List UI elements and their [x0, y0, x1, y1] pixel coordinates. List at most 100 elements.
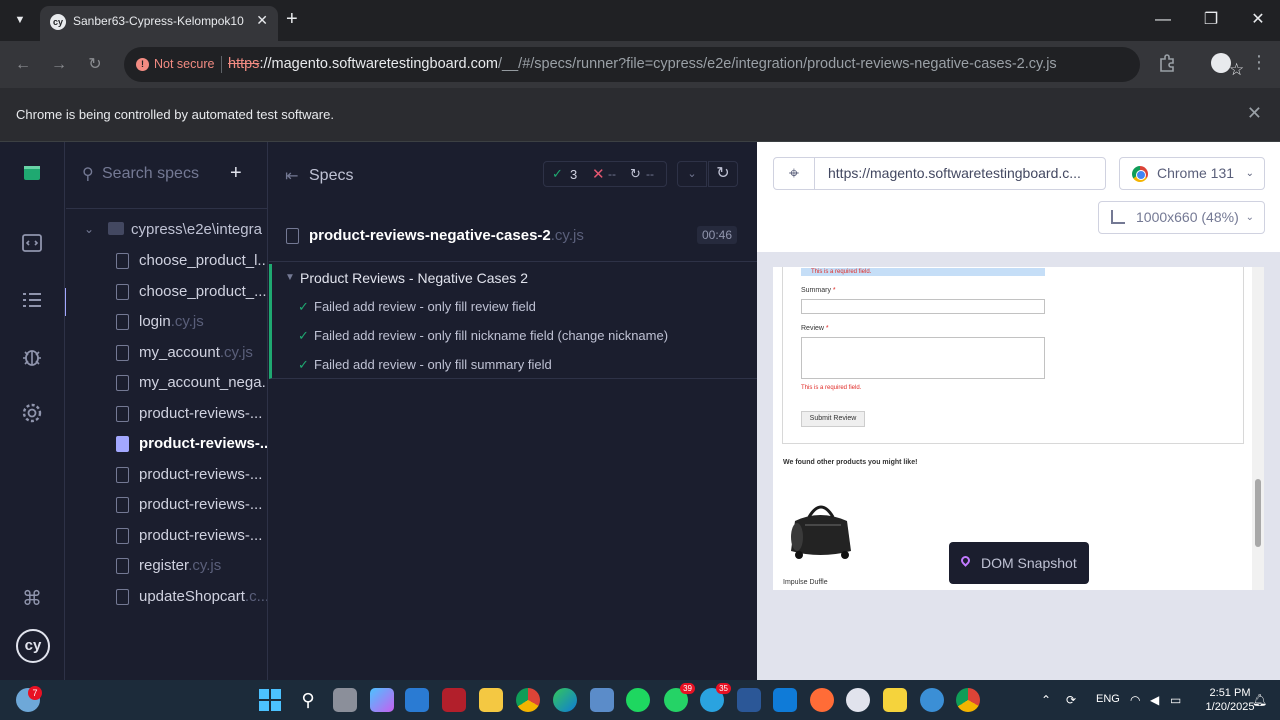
spec-file-name: choose_product_...	[139, 283, 267, 300]
minimize-icon[interactable]: —	[1148, 8, 1178, 32]
viewport-info-button[interactable]: 1000x660 (48%) ⌄	[1098, 201, 1265, 234]
battery-icon[interactable]: ▭	[1170, 693, 1181, 707]
wifi-icon[interactable]: ◠	[1130, 693, 1140, 707]
spec-file-basename: choose_product_...	[139, 282, 267, 300]
back-arrow-icon[interactable]: ←	[11, 53, 35, 77]
not-secure-chip[interactable]: Not secure	[154, 57, 214, 71]
extensions-puzzle-icon[interactable]	[1157, 53, 1177, 73]
spec-file-name: login.cy.js	[139, 313, 204, 330]
copilot-icon[interactable]	[370, 688, 394, 712]
spec-file-ext: .cy.js	[188, 557, 222, 574]
browser-app-icon[interactable]	[920, 688, 944, 712]
spec-file-basename: product-reviews-...	[139, 526, 263, 544]
reload-icon[interactable]: ↻	[83, 53, 107, 77]
chrome-active-icon[interactable]	[956, 688, 980, 712]
telegram-icon[interactable]: 35	[700, 683, 731, 712]
url-scheme: https	[228, 56, 260, 72]
add-spec-plus-icon[interactable]: +	[230, 162, 242, 184]
new-tab-plus-icon[interactable]: +	[286, 8, 298, 30]
forward-arrow-icon[interactable]: →	[47, 53, 71, 77]
store-icon[interactable]	[405, 688, 429, 712]
spec-file-item[interactable]: product-reviews-...	[66, 523, 267, 549]
infobar-close-icon[interactable]: ✕	[1247, 103, 1262, 124]
spec-file-item[interactable]: product-reviews-...	[66, 462, 267, 488]
spotify-icon[interactable]	[626, 688, 650, 712]
browser-tab[interactable]: cy Sanber63-Cypress-Kelompok10 ✕	[40, 6, 278, 41]
spec-file-basename: login	[139, 313, 171, 330]
whatsapp-icon[interactable]: 39	[664, 683, 695, 712]
file-explorer-icon[interactable]	[479, 688, 503, 712]
chrome-icon[interactable]	[516, 688, 540, 712]
spec-file-name: my_account_nega...	[139, 374, 267, 391]
selector-playground-crosshair-icon[interactable]: ⌖	[773, 157, 815, 190]
task-view-icon[interactable]	[333, 688, 357, 712]
runs-list-icon[interactable]	[20, 288, 44, 312]
review-textarea[interactable]	[801, 337, 1045, 379]
tab-search-chevron-down-icon[interactable]: ▼	[10, 10, 30, 30]
spec-file-item[interactable]: login.cy.js	[66, 309, 267, 335]
address-bar[interactable]: ! Not secure https://magento.softwaretes…	[124, 47, 1244, 82]
postman-icon[interactable]	[810, 688, 834, 712]
specs-toggle-label[interactable]: Specs	[309, 167, 353, 185]
settings-gear-icon[interactable]	[20, 401, 44, 425]
chevron-down-icon: ⌄	[1245, 168, 1254, 179]
restore-icon[interactable]: ❐	[1196, 8, 1226, 32]
keyboard-shortcuts-command-icon[interactable]: ⌘	[20, 587, 44, 611]
aut-url-bar[interactable]: https://magento.softwaretestingboard.c..…	[814, 157, 1106, 190]
cypress-logo-icon[interactable]: cy	[16, 629, 50, 663]
suite-block[interactable]: ▼ Product Reviews - Negative Cases 2 ✓ Fa…	[269, 264, 757, 379]
spec-file-icon	[286, 228, 299, 244]
tab-close-icon[interactable]: ✕	[256, 12, 268, 29]
spec-file-item[interactable]: my_account.cy.js	[66, 340, 267, 366]
duffle-bag-image[interactable]	[785, 495, 855, 561]
search-icon[interactable]: ⚲	[296, 688, 320, 712]
url-text[interactable]: https://magento.softwaretestingboard.com…	[228, 56, 1057, 72]
collapse-specs-icon[interactable]: ⇤	[285, 166, 298, 186]
spec-file-item[interactable]: my_account_nega...	[66, 370, 267, 396]
tray-chevron-up-icon[interactable]: ⌃	[1041, 693, 1051, 707]
debug-bug-icon[interactable]	[20, 345, 44, 369]
spec-file-item[interactable]: product-reviews-...	[66, 492, 267, 518]
sticky-notes-icon[interactable]	[883, 688, 907, 712]
specs-nav-icon[interactable]	[20, 231, 44, 255]
vscode-icon[interactable]	[773, 688, 797, 712]
browser-menu-kebab-icon[interactable]: ⋮	[1250, 52, 1268, 73]
spec-file-item[interactable]: product-reviews-...	[66, 431, 267, 457]
spec-file-ext: .cy.js	[219, 343, 253, 361]
windows-start-icon[interactable]	[258, 688, 282, 712]
photos-icon[interactable]	[590, 688, 614, 712]
spec-file-item[interactable]: choose_product_l...	[66, 248, 267, 274]
profile-avatar-icon[interactable]	[1211, 53, 1231, 73]
spec-file-item[interactable]: choose_product_...	[66, 279, 267, 305]
word-icon[interactable]	[737, 688, 761, 712]
scrollbar-thumb[interactable]	[1255, 479, 1261, 547]
bookmark-star-icon[interactable]: ☆	[1229, 59, 1244, 81]
spec-file-item[interactable]: updateShopcart.c...	[66, 584, 267, 610]
spec-file-item[interactable]: product-reviews-...	[66, 401, 267, 427]
summary-input[interactable]	[801, 299, 1045, 314]
edge-icon[interactable]	[553, 688, 577, 712]
aut-scrollbar[interactable]	[1252, 267, 1264, 590]
search-icon: ⚲	[82, 166, 94, 183]
expand-collapse-button[interactable]: ⌄	[677, 161, 707, 187]
spec-file-name: updateShopcart.c...	[139, 588, 267, 605]
summary-label: Summary *	[801, 287, 836, 294]
submit-review-button[interactable]: Submit Review	[801, 411, 865, 427]
test-title: Failed add review - only fill review fie…	[314, 299, 536, 314]
project-icon[interactable]	[20, 161, 44, 185]
spec-file-item[interactable]: register.cy.js	[66, 553, 267, 579]
notification-bell-icon[interactable]: 🔔︎	[1252, 693, 1267, 707]
window-close-icon[interactable]: ✕	[1243, 8, 1273, 32]
rerun-tests-button[interactable]: ↻	[708, 161, 738, 187]
folder-row[interactable]: ⌄ cypress\e2e\integra	[66, 218, 267, 242]
search-specs-input[interactable]	[102, 162, 232, 186]
game-icon[interactable]	[442, 688, 466, 712]
language-indicator[interactable]: ENG	[1096, 693, 1120, 705]
volume-icon[interactable]: ◀	[1150, 693, 1159, 707]
file-icon	[116, 527, 129, 544]
sync-icon[interactable]: ⟳	[1066, 693, 1076, 707]
browser-selector-button[interactable]: Chrome 131 ⌄	[1119, 157, 1265, 190]
cypress-app-icon[interactable]	[846, 688, 870, 712]
product-name[interactable]: Impulse Duffle	[783, 579, 828, 586]
automation-infobar: Chrome is being controlled by automated …	[0, 88, 1280, 142]
